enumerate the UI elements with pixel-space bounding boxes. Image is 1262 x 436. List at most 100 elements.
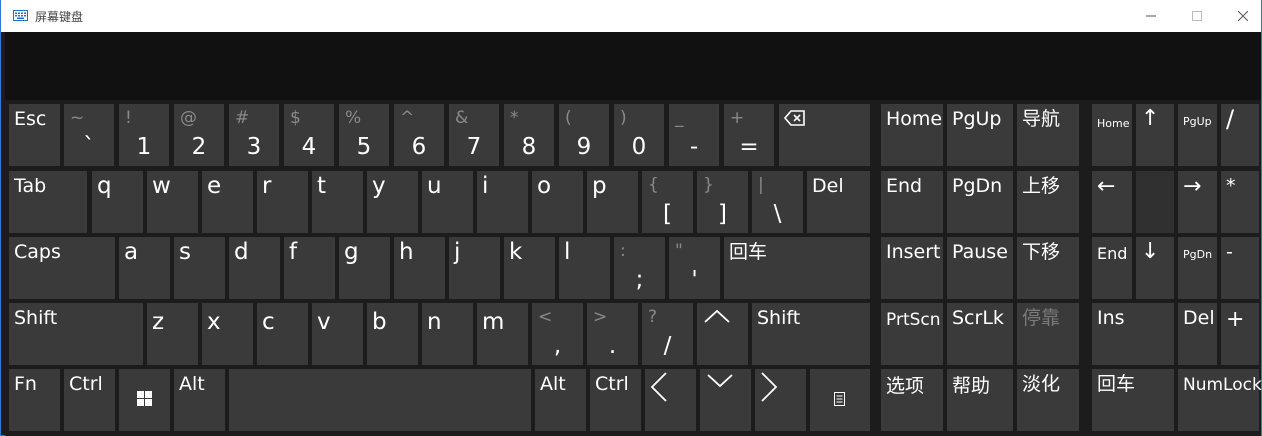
- numpad-page-up[interactable]: PgUp: [1178, 104, 1217, 166]
- key-page-down[interactable]: PgDn: [947, 171, 1013, 233]
- key-ctrl-right[interactable]: Ctrl: [590, 369, 641, 431]
- key-context-menu[interactable]: [810, 369, 870, 431]
- key-1[interactable]: ! 1: [119, 104, 169, 166]
- key-enter[interactable]: 回车: [724, 237, 870, 299]
- key-insert[interactable]: Insert: [881, 237, 943, 299]
- numpad-center[interactable]: [1136, 171, 1174, 233]
- key-u[interactable]: u: [422, 171, 473, 233]
- key-backtick[interactable]: ~ `: [64, 104, 114, 166]
- key-shift-left[interactable]: Shift: [9, 303, 143, 365]
- key-e[interactable]: e: [202, 171, 253, 233]
- key-space[interactable]: [229, 369, 531, 431]
- title-bar[interactable]: 屏幕键盘: [1, 0, 1261, 32]
- key-period[interactable]: > .: [587, 303, 638, 365]
- key-fn[interactable]: Fn: [9, 369, 60, 431]
- numpad-multiply[interactable]: *: [1221, 171, 1259, 233]
- key-c[interactable]: c: [257, 303, 308, 365]
- key-4[interactable]: $ 4: [284, 104, 334, 166]
- key-t[interactable]: t: [312, 171, 363, 233]
- key-caps-lock[interactable]: Caps: [9, 237, 115, 299]
- key-m[interactable]: m: [477, 303, 528, 365]
- key-i[interactable]: i: [477, 171, 528, 233]
- key-semicolon[interactable]: : ;: [614, 237, 665, 299]
- key-s[interactable]: s: [174, 237, 225, 299]
- key-close-bracket[interactable]: } ]: [697, 171, 748, 233]
- key-r[interactable]: r: [257, 171, 308, 233]
- key-tab[interactable]: Tab: [9, 171, 87, 233]
- key-del[interactable]: Del: [807, 171, 870, 233]
- minimize-button[interactable]: [1128, 0, 1174, 32]
- key-z[interactable]: z: [147, 303, 198, 365]
- key-pause[interactable]: Pause: [947, 237, 1013, 299]
- numpad-num-lock[interactable]: NumLock: [1178, 369, 1262, 431]
- key-k[interactable]: k: [504, 237, 555, 299]
- numpad-right[interactable]: →: [1178, 171, 1217, 233]
- key-x[interactable]: x: [202, 303, 253, 365]
- key-f[interactable]: f: [284, 237, 335, 299]
- key-open-bracket[interactable]: { [: [642, 171, 693, 233]
- key-9[interactable]: ( 9: [559, 104, 609, 166]
- key-print-screen[interactable]: PrtScn: [881, 303, 943, 365]
- key-home[interactable]: Home: [881, 104, 943, 166]
- key-6[interactable]: ^ 6: [394, 104, 444, 166]
- numpad-down[interactable]: ↓: [1136, 237, 1174, 299]
- key-move-up[interactable]: 上移: [1017, 171, 1079, 233]
- key-q[interactable]: q: [92, 171, 143, 233]
- key-dock[interactable]: 停靠: [1017, 303, 1079, 365]
- key-backspace[interactable]: [779, 104, 870, 166]
- key-slash[interactable]: ? /: [642, 303, 693, 365]
- key-scroll-lock[interactable]: ScrLk: [947, 303, 1013, 365]
- key-backslash[interactable]: | \: [752, 171, 803, 233]
- key-nav[interactable]: 导航: [1017, 104, 1079, 166]
- key-b[interactable]: b: [367, 303, 418, 365]
- key-3[interactable]: # 3: [229, 104, 279, 166]
- key-windows[interactable]: [119, 369, 170, 431]
- numpad-minus[interactable]: -: [1221, 237, 1259, 299]
- numpad-enter[interactable]: 回车: [1092, 369, 1174, 431]
- key-y[interactable]: y: [367, 171, 418, 233]
- key-ctrl-left[interactable]: Ctrl: [64, 369, 115, 431]
- key-o[interactable]: o: [532, 171, 583, 233]
- numpad-delete[interactable]: Del: [1178, 303, 1217, 365]
- key-arrow-down[interactable]: [700, 369, 751, 431]
- key-g[interactable]: g: [339, 237, 390, 299]
- key-end[interactable]: End: [881, 171, 943, 233]
- key-arrow-right[interactable]: [755, 369, 806, 431]
- key-h[interactable]: h: [394, 237, 445, 299]
- maximize-button[interactable]: [1174, 0, 1220, 32]
- key-move-down[interactable]: 下移: [1017, 237, 1079, 299]
- key-minus[interactable]: _ -: [669, 104, 719, 166]
- key-esc[interactable]: Esc: [9, 104, 60, 166]
- key-a[interactable]: a: [119, 237, 170, 299]
- key-alt-right[interactable]: Alt: [535, 369, 586, 431]
- key-w[interactable]: w: [147, 171, 198, 233]
- numpad-home[interactable]: Home: [1092, 104, 1132, 166]
- key-j[interactable]: j: [449, 237, 500, 299]
- key-help[interactable]: 帮助: [947, 369, 1013, 431]
- key-2[interactable]: @ 2: [174, 104, 224, 166]
- key-7[interactable]: & 7: [449, 104, 499, 166]
- numpad-plus[interactable]: +: [1221, 303, 1259, 365]
- key-comma[interactable]: < ,: [532, 303, 583, 365]
- key-shift-right[interactable]: Shift: [752, 303, 870, 365]
- key-5[interactable]: % 5: [339, 104, 389, 166]
- key-v[interactable]: v: [312, 303, 363, 365]
- key-0[interactable]: ) 0: [614, 104, 664, 166]
- key-page-up[interactable]: PgUp: [947, 104, 1013, 166]
- numpad-page-down[interactable]: PgDn: [1178, 237, 1217, 299]
- key-arrow-up[interactable]: [697, 303, 748, 365]
- numpad-end[interactable]: End: [1092, 237, 1132, 299]
- numpad-insert[interactable]: Ins: [1092, 303, 1174, 365]
- key-n[interactable]: n: [422, 303, 473, 365]
- key-fade[interactable]: 淡化: [1017, 369, 1079, 431]
- key-p[interactable]: p: [587, 171, 638, 233]
- key-quote[interactable]: " ': [669, 237, 720, 299]
- key-options[interactable]: 选项: [881, 369, 943, 431]
- key-d[interactable]: d: [229, 237, 280, 299]
- numpad-divide[interactable]: /: [1221, 104, 1259, 166]
- close-button[interactable]: [1220, 0, 1262, 32]
- numpad-up[interactable]: ↑: [1136, 104, 1174, 166]
- numpad-left[interactable]: ←: [1092, 171, 1132, 233]
- key-equals[interactable]: + =: [724, 104, 774, 166]
- key-l[interactable]: l: [559, 237, 610, 299]
